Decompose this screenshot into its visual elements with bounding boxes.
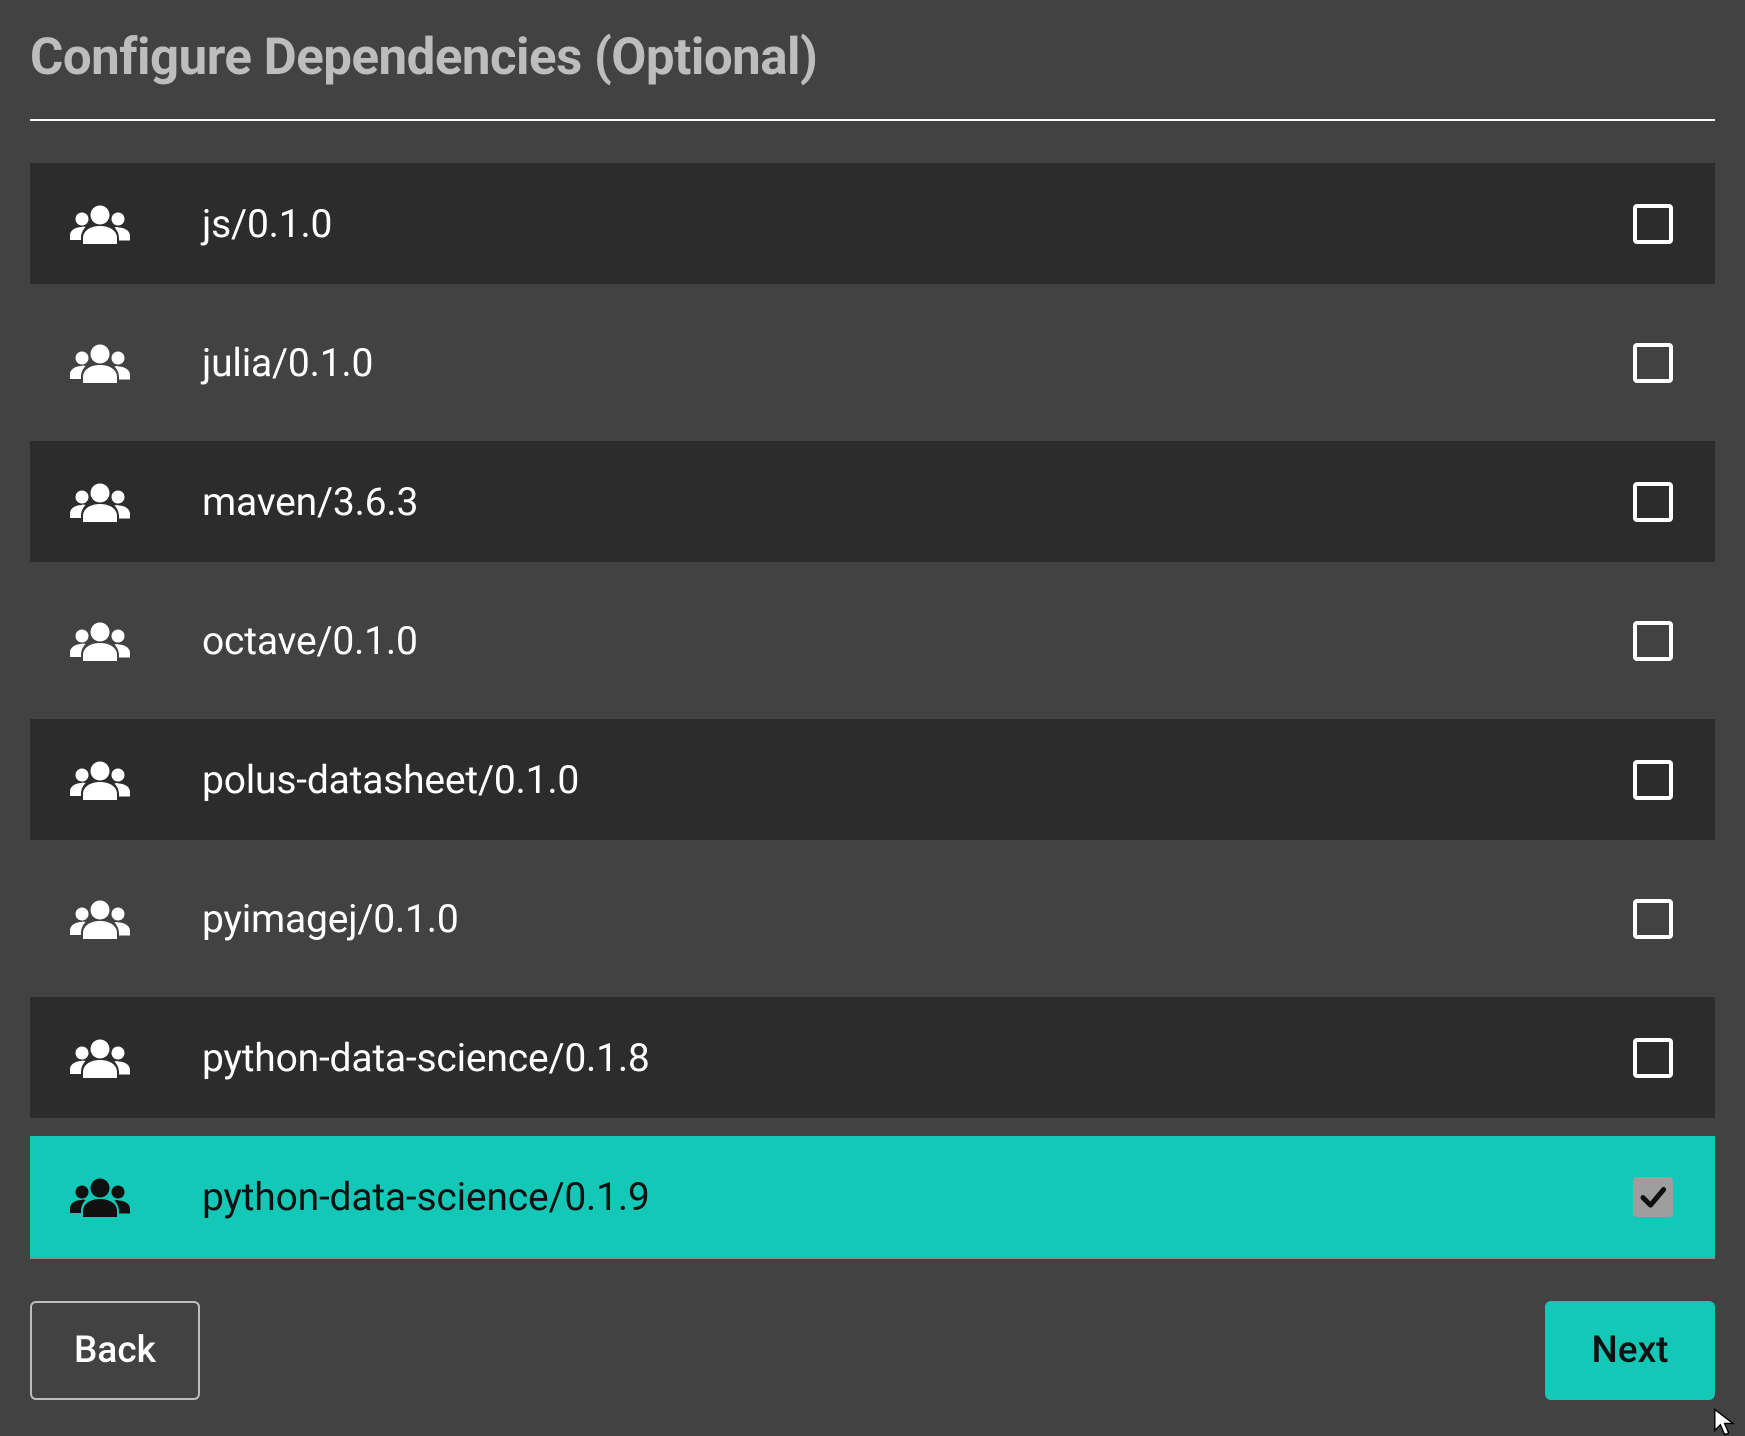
dependency-label: js/0.1.0 (202, 201, 1631, 247)
page-title: Configure Dependencies (Optional) (30, 28, 1715, 87)
people-icon (70, 1177, 130, 1217)
dependency-row[interactable]: octave/0.1.0 (30, 580, 1715, 701)
dependency-checkbox[interactable] (1631, 619, 1675, 663)
dependency-label: maven/3.6.3 (202, 479, 1631, 525)
dependency-row[interactable]: julia/0.1.0 (30, 302, 1715, 423)
dependency-checkbox[interactable] (1631, 758, 1675, 802)
people-icon (70, 899, 130, 939)
dependency-label: pyimagej/0.1.0 (202, 896, 1631, 942)
next-button[interactable]: Next (1545, 1301, 1715, 1400)
dependency-checkbox[interactable] (1631, 341, 1675, 385)
dependency-checkbox[interactable] (1631, 480, 1675, 524)
dependency-row[interactable]: polus-datasheet/0.1.0 (30, 719, 1715, 840)
footer: Back Next (30, 1301, 1715, 1400)
dependency-row[interactable]: python-data-science/0.1.8 (30, 997, 1715, 1118)
dependency-row[interactable]: js/0.1.0 (30, 163, 1715, 284)
dependency-row[interactable]: pyimagej/0.1.0 (30, 858, 1715, 979)
back-button-label: Back (74, 1329, 156, 1372)
dependency-label: python-data-science/0.1.8 (202, 1035, 1631, 1081)
dependency-row[interactable]: maven/3.6.3 (30, 441, 1715, 562)
people-icon (70, 760, 130, 800)
dependency-checkbox[interactable] (1631, 897, 1675, 941)
dependency-row-selected[interactable]: python-data-science/0.1.9 (30, 1136, 1715, 1257)
people-icon (70, 204, 130, 244)
dependency-label: julia/0.1.0 (202, 340, 1631, 386)
dependency-checkbox-checked[interactable] (1631, 1175, 1675, 1219)
people-icon (70, 482, 130, 522)
people-icon (70, 1038, 130, 1078)
configure-dependencies-page: Configure Dependencies (Optional) js/0.1… (0, 0, 1745, 1430)
dependency-checkbox[interactable] (1631, 1036, 1675, 1080)
bottom-divider (30, 1257, 1715, 1259)
dependency-label: python-data-science/0.1.9 (202, 1174, 1631, 1220)
next-button-label: Next (1592, 1329, 1669, 1372)
dependency-label: octave/0.1.0 (202, 618, 1631, 664)
top-divider (30, 119, 1715, 121)
dependency-label: polus-datasheet/0.1.0 (202, 757, 1631, 803)
dependency-checkbox[interactable] (1631, 202, 1675, 246)
dependency-list: js/0.1.0 julia/0.1.0 maven/3.6.3 octave/… (30, 163, 1715, 1257)
people-icon (70, 343, 130, 383)
people-icon (70, 621, 130, 661)
back-button[interactable]: Back (30, 1301, 200, 1400)
